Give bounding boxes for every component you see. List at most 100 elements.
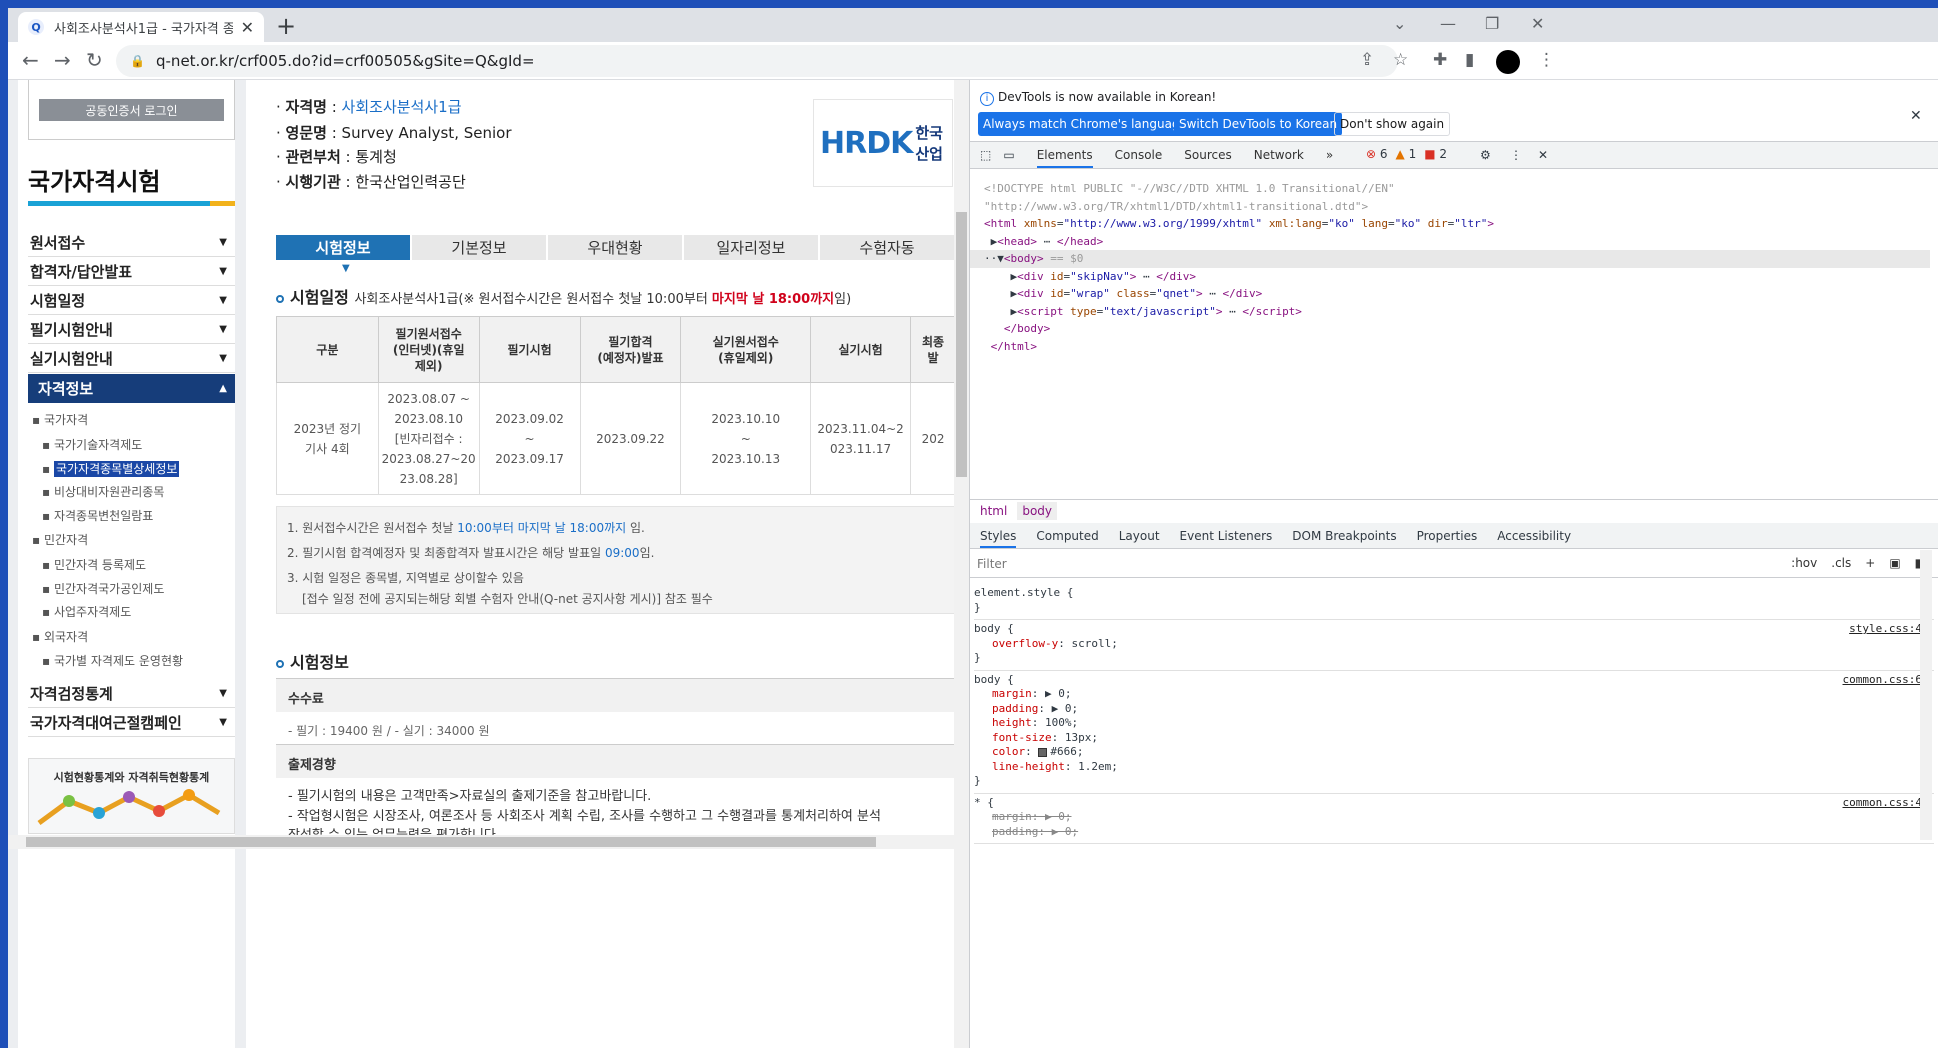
address-bar[interactable]: 🔒 q-net.or.kr/crf005.do?id=crf00505&gSit…	[116, 45, 1398, 77]
dont-show-button[interactable]: Don't show again	[1334, 112, 1451, 136]
minimize-icon[interactable]: —	[1440, 14, 1456, 33]
forward-icon[interactable]: →	[54, 48, 71, 72]
source-link[interactable]: common.css:6	[1843, 673, 1922, 688]
tab-sources[interactable]: Sources	[1184, 148, 1231, 162]
color-swatch[interactable]	[1038, 747, 1048, 757]
menu-statistics[interactable]: 자격검정통계 ▼	[28, 679, 235, 708]
dom-node-skipnav[interactable]: ▶<div id="skipNav"> ⋯ </div>	[984, 270, 1196, 283]
note-1: 1. 원서접수시간은 원서접수 첫날 10:00부터 마지막 날 18:00까지…	[287, 516, 945, 541]
cls-toggle[interactable]: .cls	[1831, 556, 1851, 570]
tab-preference[interactable]: 우대현황	[548, 235, 684, 260]
tab-dom-breakpoints[interactable]: DOM Breakpoints	[1292, 529, 1396, 543]
sub-private-qual[interactable]: ▪ 민간자격	[32, 531, 88, 548]
content-tabs: 시험정보 기본정보 우대현황 일자리정보 수험자동	[276, 235, 956, 260]
vertical-scrollbar[interactable]	[954, 80, 969, 1048]
tab-properties[interactable]: Properties	[1417, 529, 1478, 543]
close-window-icon[interactable]: ✕	[1531, 14, 1544, 33]
bullet-circle-icon	[276, 659, 284, 668]
sub-country-qual[interactable]: ▪ 국가별 자격제도 운영현황	[42, 652, 183, 669]
sub-employer-qual[interactable]: ▪ 사업주자격제도	[42, 603, 131, 620]
rule-body-2[interactable]: common.css:6 body {margin: ▶ 0; padding: ▶…	[974, 671, 1934, 794]
menu-label: 국가자격대여근절캠페인	[30, 713, 182, 732]
statistics-banner[interactable]: 시험현황통계와 자격취득현황통계	[28, 758, 235, 834]
tab-network[interactable]: Network	[1254, 148, 1304, 162]
info-eng-row: · 영문명 : Survey Analyst, Senior	[276, 124, 512, 142]
note-text: 1. 원서접수시간은 원서접수 첫날	[287, 521, 458, 535]
dom-node-html[interactable]: <html xmlns="http://www.w3.org/1999/xhtm…	[984, 217, 1494, 230]
menu-campaign[interactable]: 국가자격대여근절캠페인 ▼	[28, 708, 235, 737]
settings-icon[interactable]: ⚙	[1480, 148, 1491, 162]
close-message-icon[interactable]: ✕	[1910, 108, 1922, 124]
sub-emergency-resource[interactable]: ▪ 비상대비자원관리종목	[42, 483, 164, 500]
sub-national-certified[interactable]: ▪ 민간자격국가공인제도	[42, 580, 164, 597]
tab-candidate[interactable]: 수험자동	[820, 235, 956, 260]
dom-node-wrap[interactable]: ▶<div id="wrap" class="qnet"> ⋯ </div>	[984, 287, 1262, 300]
tab-search-icon[interactable]: ⌄	[1393, 14, 1406, 33]
tab-elements[interactable]: Elements	[1036, 148, 1093, 168]
rule-universal[interactable]: common.css:4 * {margin: ▶ 0; padding: ▶ 0;	[974, 794, 1934, 844]
sub-label: 민간자격 등록제도	[53, 558, 147, 572]
menu-qualification-info[interactable]: 자격정보 ▲	[28, 374, 235, 403]
close-devtools-icon[interactable]: ✕	[1538, 148, 1548, 162]
tab-layout[interactable]: Layout	[1119, 529, 1160, 543]
crumb-body[interactable]: body	[1017, 501, 1058, 520]
more-tabs-icon[interactable]: »	[1326, 148, 1333, 162]
tab-accessibility[interactable]: Accessibility	[1497, 529, 1571, 543]
dom-node-head[interactable]: ▶<head> ⋯ </head>	[984, 235, 1104, 248]
sub-tech-qual-system[interactable]: ▪ 국가기술자격제도	[42, 436, 142, 453]
sub-detail-info[interactable]: ▪ 국가자격종목별상세정보	[42, 460, 180, 477]
inspect-icon[interactable]: ⬚	[980, 148, 991, 162]
info-icon: i	[980, 92, 994, 106]
sub-change-list[interactable]: ▪ 자격종목변천일람표	[42, 507, 153, 524]
dom-node-body[interactable]: ··▼<body> == $0	[970, 250, 1930, 268]
dom-node-script[interactable]: ▶<script type="text/javascript"> ⋯ </scr…	[984, 305, 1301, 318]
issue-counters[interactable]: ⊗ 6 ▲ 1 ■ 2	[1366, 147, 1447, 161]
browser-tab[interactable]: Q 사회조사분석사1급 - 국가자격 종목별 상세정보 ✕	[18, 12, 264, 42]
rule-body-1[interactable]: style.css:4 body {overflow-y: scroll;}	[974, 620, 1934, 671]
sub-national-qual[interactable]: ▪ 국가자격	[32, 411, 88, 428]
bookmark-star-icon[interactable]: ☆	[1393, 50, 1408, 70]
rule-element-style[interactable]: element.style {}	[974, 584, 1934, 620]
cert-login-button[interactable]: 공동인증서 로그인	[39, 99, 224, 121]
tab-computed[interactable]: Computed	[1036, 529, 1098, 543]
menu-schedule[interactable]: 시험일정 ▼	[28, 286, 235, 315]
restore-icon[interactable]: ❐	[1485, 14, 1499, 33]
horizontal-scrollbar[interactable]	[8, 835, 961, 849]
extensions-icon[interactable]: ✚	[1433, 50, 1447, 70]
sub-foreign-qual[interactable]: ▪ 외국자격	[32, 628, 88, 645]
tab-exam-info[interactable]: 시험정보	[276, 235, 412, 260]
menu-application[interactable]: 원서접수 ▼	[28, 228, 235, 257]
menu-practical-exam[interactable]: 실기시험안내 ▼	[28, 344, 235, 373]
tab-jobs[interactable]: 일자리정보	[684, 235, 820, 260]
tab-event-listeners[interactable]: Event Listeners	[1180, 529, 1273, 543]
switch-korean-button[interactable]: Switch DevTools to Korean	[1174, 112, 1343, 136]
source-link[interactable]: common.css:4	[1843, 796, 1922, 811]
tab-styles[interactable]: Styles	[980, 529, 1017, 548]
source-link[interactable]: style.css:4	[1849, 622, 1922, 637]
menu-written-exam[interactable]: 필기시험안내 ▼	[28, 315, 235, 344]
reload-icon[interactable]: ↻	[86, 48, 103, 72]
chevron-down-icon: ▼	[219, 265, 227, 277]
new-tab-icon[interactable]: +	[276, 12, 296, 40]
scroll-thumb[interactable]	[956, 212, 967, 477]
crumb-html[interactable]: html	[980, 504, 1007, 518]
tab-console[interactable]: Console	[1115, 148, 1163, 162]
device-toggle-icon[interactable]: ▭	[1003, 148, 1014, 162]
chrome-menu-icon[interactable]: ⋮	[1538, 50, 1555, 70]
menu-results[interactable]: 합격자/답안발표 ▼	[28, 257, 235, 286]
hov-toggle[interactable]: :hov	[1791, 556, 1817, 570]
new-rule-icon[interactable]: +	[1865, 556, 1875, 570]
side-panel-icon[interactable]: ▮	[1465, 50, 1474, 70]
color-palette-icon[interactable]: ▣	[1889, 556, 1900, 570]
back-icon[interactable]: ←	[22, 48, 39, 72]
profile-avatar[interactable]	[1496, 50, 1520, 74]
scroll-thumb[interactable]	[26, 837, 876, 847]
match-language-button[interactable]: Always match Chrome's language	[978, 112, 1192, 136]
dom-node-html-close: </html>	[990, 339, 1037, 353]
share-icon[interactable]: ⇪	[1360, 50, 1374, 70]
devtools-menu-icon[interactable]: ⋮	[1510, 148, 1522, 162]
tab-basic-info[interactable]: 기본정보	[412, 235, 548, 260]
tab-close-icon[interactable]: ✕	[241, 18, 254, 37]
styles-scrollbar[interactable]	[1920, 550, 1932, 840]
sub-private-registration[interactable]: ▪ 민간자격 등록제도	[42, 556, 146, 573]
